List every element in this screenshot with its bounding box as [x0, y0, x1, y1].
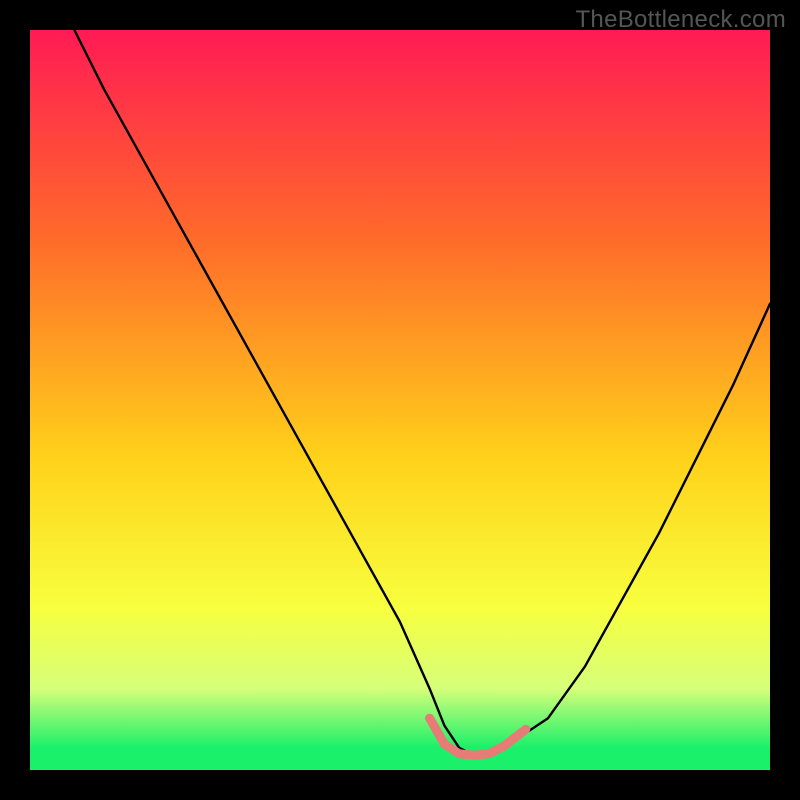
chart-svg	[30, 30, 770, 770]
gradient-plot-area	[30, 30, 770, 770]
watermark-text: TheBottleneck.com	[575, 6, 786, 34]
chart-stage: TheBottleneck.com	[0, 0, 800, 800]
